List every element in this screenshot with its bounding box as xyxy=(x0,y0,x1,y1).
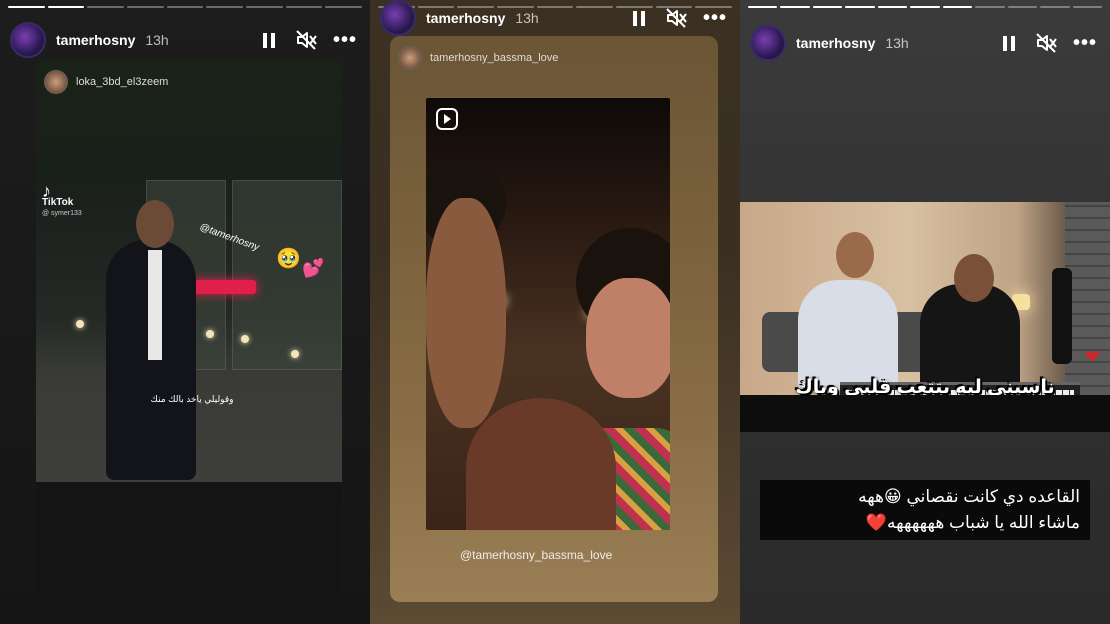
story-progress-bar xyxy=(8,6,363,8)
story-panel-1[interactable]: tamerhosny 13h ••• loka_3bd_el3zeem ♪ Ti… xyxy=(0,0,370,624)
caption-line-2: ماشاء الله يا شباب ههههههه❤️ xyxy=(865,513,1080,532)
pause-icon[interactable] xyxy=(256,27,282,53)
more-icon[interactable]: ••• xyxy=(702,5,728,31)
story-header: tamerhosny 13h ••• xyxy=(10,20,358,60)
tagged-user-avatar xyxy=(44,70,68,94)
tagged-user-row[interactable]: tamerhosny_bassma_love xyxy=(398,46,558,70)
reshared-post-card[interactable]: loka_3bd_el3zeem ♪ TikTok @ symer133 @ta… xyxy=(36,60,342,600)
tiktok-user: @ symer133 xyxy=(42,210,82,217)
story-text-caption: القاعده دي كانت نقصاني 😀ههه ماشاء الله ي… xyxy=(760,480,1090,540)
story-panel-2[interactable]: tamerhosny 13h ••• tamerhosny_bassma_lov… xyxy=(370,0,740,624)
hearts-icon: 💕 xyxy=(302,258,325,278)
tiktok-brand: TikTok xyxy=(42,197,74,208)
mute-icon[interactable] xyxy=(294,27,320,53)
more-icon[interactable]: ••• xyxy=(332,27,358,53)
reels-icon xyxy=(436,108,458,130)
reel-video[interactable] xyxy=(426,98,670,530)
music-video[interactable]: ❤ ناسيني ليه بتتعب قلبي وياك xyxy=(740,202,1110,432)
tiktok-watermark: ♪ TikTok @ symer133 xyxy=(42,181,82,219)
timestamp: 13h xyxy=(885,35,909,51)
mention-caption[interactable]: @tamerhosny_bassma_love xyxy=(460,548,612,562)
story-progress-bar xyxy=(748,6,1102,8)
caption-line-1: القاعده دي كانت نقصاني 😀ههه xyxy=(858,487,1080,506)
reshared-post-card[interactable]: tamerhosny_bassma_love @tamerhosny_bassm… xyxy=(390,36,718,602)
avatar[interactable] xyxy=(10,22,46,58)
username[interactable]: tamerhosny xyxy=(56,32,135,48)
story-header: tamerhosny 13h ••• xyxy=(380,0,728,38)
pleading-face-icon: 🥹 xyxy=(276,248,301,270)
timestamp: 13h xyxy=(145,32,169,48)
story-header: tamerhosny 13h ••• xyxy=(750,23,1098,63)
mute-icon[interactable] xyxy=(664,5,690,31)
tagged-username[interactable]: loka_3bd_el3zeem xyxy=(76,76,168,88)
video-caption: وقوليلي ياخد بالك منك xyxy=(150,394,234,404)
timestamp: 13h xyxy=(515,10,539,26)
tagged-user-row[interactable]: loka_3bd_el3zeem xyxy=(44,70,168,94)
post-video[interactable]: ♪ TikTok @ symer133 @tamerhosny 🥹 💕 وقول… xyxy=(36,180,342,482)
username[interactable]: tamerhosny xyxy=(796,35,875,51)
pause-icon[interactable] xyxy=(626,5,652,31)
pause-icon[interactable] xyxy=(996,30,1022,56)
tiktok-icon: ♪ xyxy=(42,181,51,201)
avatar[interactable] xyxy=(380,0,416,36)
username[interactable]: tamerhosny xyxy=(426,10,505,26)
mute-icon[interactable] xyxy=(1034,30,1060,56)
avatar[interactable] xyxy=(750,25,786,61)
more-icon[interactable]: ••• xyxy=(1072,30,1098,56)
tagged-username[interactable]: tamerhosny_bassma_love xyxy=(430,52,558,64)
tagged-user-avatar xyxy=(398,46,422,70)
heart-icon: ❤ xyxy=(1084,347,1100,367)
story-panel-3[interactable]: tamerhosny 13h ••• ❤ ناسيني ليه بتتعب قل… xyxy=(740,0,1110,624)
